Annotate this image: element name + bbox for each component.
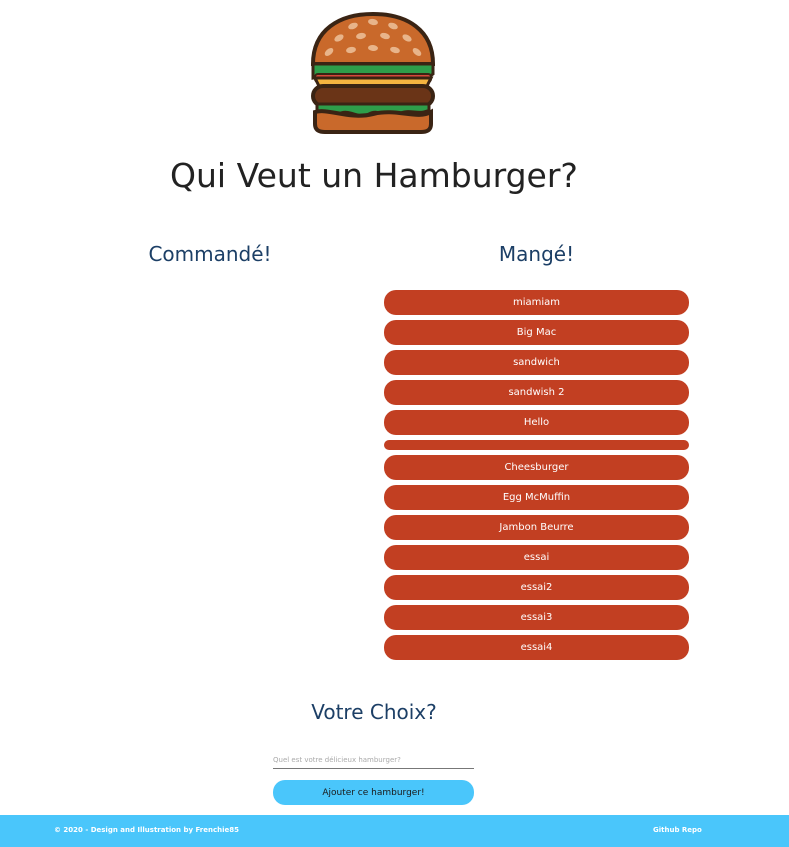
footer-credit: © 2020 - Design and Illustration by Fren… (54, 826, 240, 834)
eaten-list: miamiam Big Mac sandwich sandwish 2 Hell… (384, 290, 689, 665)
choice-heading: Votre Choix? (311, 700, 437, 724)
eaten-item[interactable]: essai4 (384, 635, 689, 660)
eaten-item[interactable]: essai3 (384, 605, 689, 630)
eaten-item[interactable]: essai2 (384, 575, 689, 600)
eaten-heading: Mangé! (498, 242, 575, 266)
eaten-item[interactable]: Hello (384, 410, 689, 435)
eaten-item[interactable]: essai (384, 545, 689, 570)
eaten-item[interactable]: Jambon Beurre (384, 515, 689, 540)
page-title: Qui Veut un Hamburger? (170, 156, 578, 195)
footer: © 2020 - Design and Illustration by Fren… (0, 815, 789, 847)
eaten-item[interactable]: miamiam (384, 290, 689, 315)
eaten-item[interactable] (384, 440, 689, 450)
add-burger-button[interactable]: Ajouter ce hamburger! (273, 780, 474, 805)
eaten-item[interactable]: Cheesburger (384, 455, 689, 480)
hamburger-icon (310, 12, 436, 134)
github-repo-link[interactable]: Github Repo (653, 826, 702, 834)
ordered-heading: Commandé! (148, 242, 272, 266)
burger-name-input[interactable] (273, 751, 474, 769)
eaten-item[interactable]: Big Mac (384, 320, 689, 345)
eaten-item[interactable]: sandwish 2 (384, 380, 689, 405)
eaten-item[interactable]: sandwich (384, 350, 689, 375)
eaten-item[interactable]: Egg McMuffin (384, 485, 689, 510)
